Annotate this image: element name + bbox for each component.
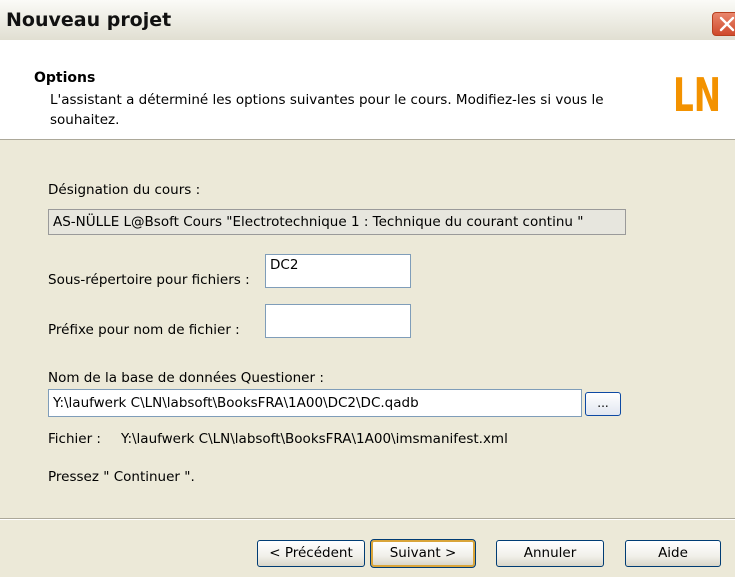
close-icon (719, 16, 735, 32)
footer-divider (0, 518, 735, 520)
subdir-label: Sous-répertoire pour fichiers : (48, 272, 250, 288)
previous-button[interactable]: < Précédent (257, 540, 365, 567)
help-button[interactable]: Aide (625, 540, 721, 567)
browse-button[interactable]: ... (585, 392, 621, 416)
prefix-input[interactable] (265, 304, 411, 338)
ln-logo: LN (673, 68, 721, 119)
subdir-input[interactable]: DC2 (265, 254, 411, 288)
wizard-header: Options L'assistant a déterminé les opti… (0, 40, 735, 140)
logo-text: LN (673, 68, 721, 119)
course-field[interactable]: AS-NÜLLE L@Bsoft Cours "Electrotechnique… (48, 209, 626, 235)
prefix-label: Préfixe pour nom de fichier : (48, 322, 240, 338)
title-bar: Nouveau projet (0, 0, 735, 41)
page-description: L'assistant a déterminé les options suiv… (50, 92, 604, 128)
db-label: Nom de la base de données Questioner : (48, 370, 324, 386)
page-title: Options (34, 70, 96, 86)
db-input[interactable]: Y:\laufwerk C\LN\labsoft\BooksFRA\1A00\D… (48, 389, 582, 417)
close-button[interactable] (712, 12, 735, 36)
file-label: Fichier : (48, 431, 101, 447)
course-label: Désignation du cours : (48, 182, 201, 198)
window-title: Nouveau projet (6, 9, 172, 31)
cancel-button[interactable]: Annuler (496, 540, 604, 567)
hint-text: Pressez " Continuer ". (48, 469, 195, 485)
file-path: Y:\laufwerk C\LN\labsoft\BooksFRA\1A00\i… (121, 431, 508, 447)
next-button[interactable]: Suivant > (370, 539, 476, 568)
